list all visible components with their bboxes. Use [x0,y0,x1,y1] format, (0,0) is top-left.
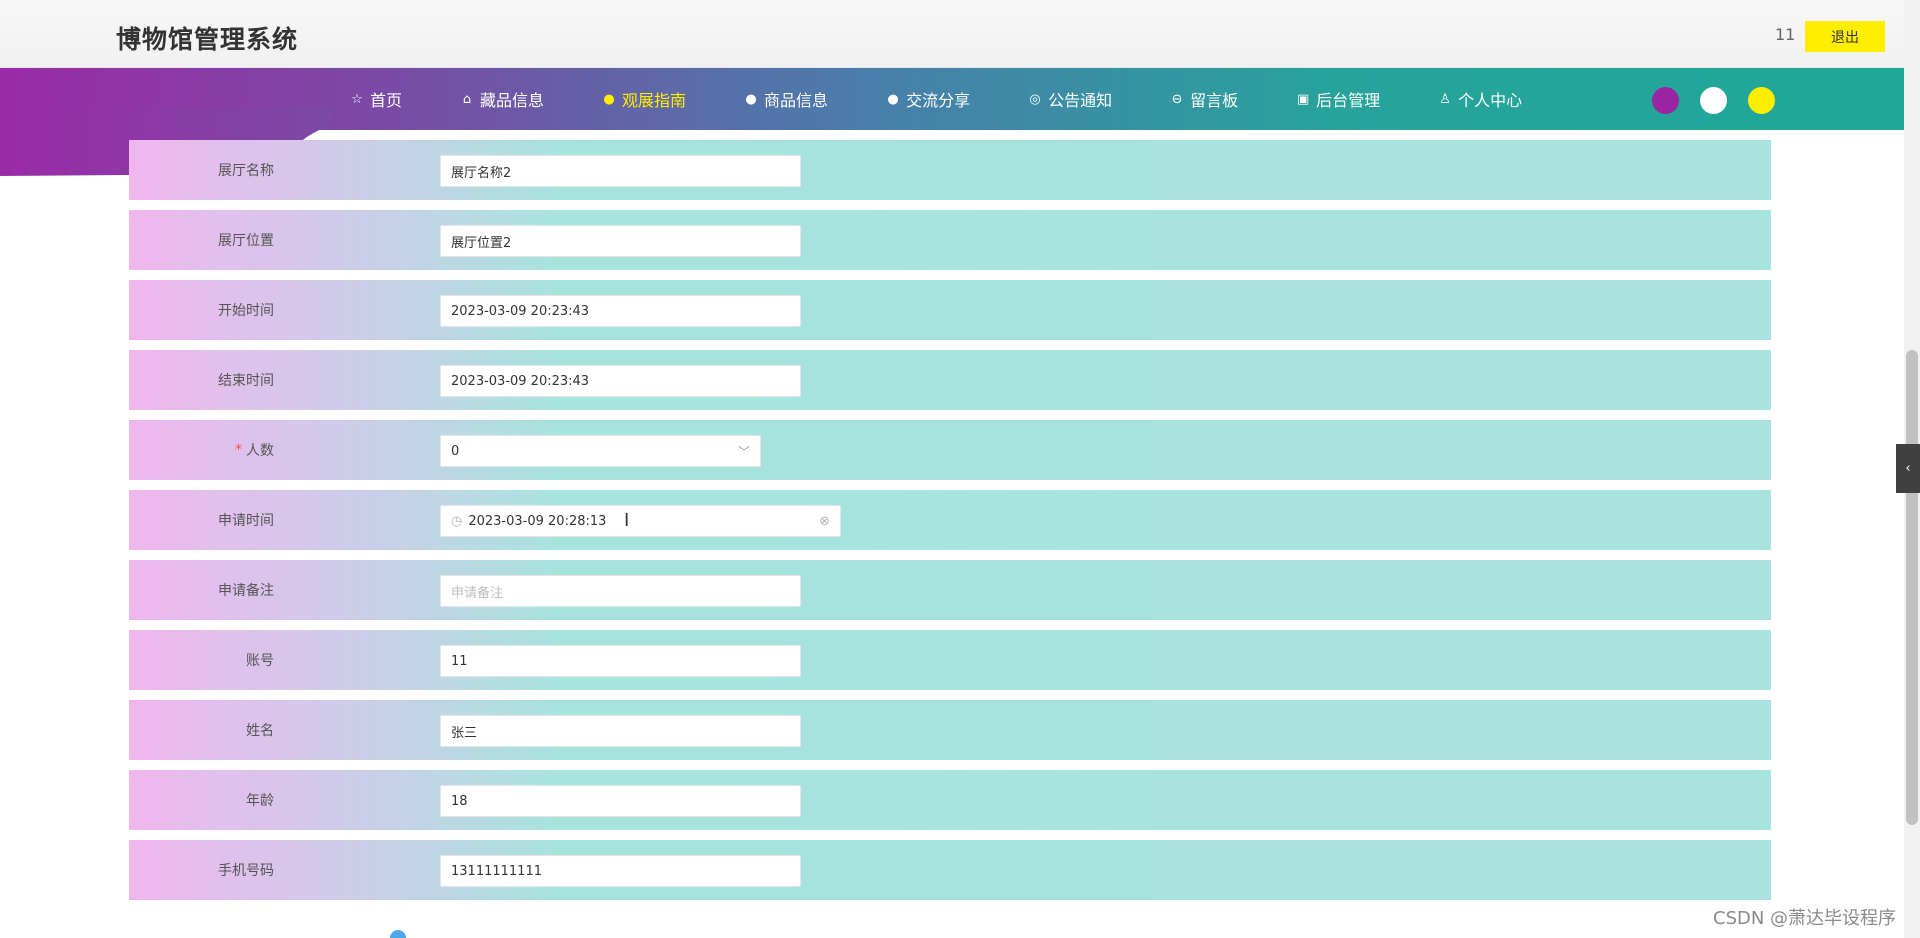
form-row-phone: 手机号码 13111111111 [129,840,1771,900]
booking-form: 展厅名称 展厅名称2 展厅位置 展厅位置2 开始时间 2023-03-09 20… [129,140,1771,910]
phone-field[interactable]: 13111111111 [440,855,801,887]
scrollbar-thumb[interactable] [1906,350,1918,825]
apply-note-input[interactable]: 申请备注 [440,575,801,607]
name-label: 姓名 [246,723,274,739]
start-time-label: 开始时间 [218,303,274,319]
apply-time-value: 2023-03-09 20:28:13 [468,513,607,529]
form-row-name: 姓名 张三 [129,700,1771,760]
bag-icon: ⌂ [462,91,472,107]
nav-item-visit-guide[interactable]: ● 观展指南 [602,87,686,111]
form-row-start-time: 开始时间 2023-03-09 20:23:43 [129,280,1771,340]
form-row-apply-note: 申请备注 申请备注 [129,560,1771,620]
form-row-age: 年龄 18 [129,770,1771,830]
nav-item-announcements[interactable]: ◎ 公告通知 [1028,87,1112,111]
minus-circle-icon: ⊖ [1171,91,1183,107]
nav-item-label: 个人中心 [1458,91,1523,110]
clear-circle-icon[interactable]: ⊗ [819,514,830,529]
star-icon: ☆ [351,91,363,107]
nav-item-label: 首页 [370,91,403,110]
hall-name-label: 展厅名称 [218,163,274,179]
form-row-people-count: * 人数 0 ﹀ [129,420,1771,480]
age-field[interactable]: 18 [440,785,801,817]
phone-label: 手机号码 [218,863,274,879]
nav-item-home[interactable]: ☆ 首页 [350,87,402,111]
end-time-field[interactable]: 2023-03-09 20:23:43 [440,365,801,397]
nav-item-products[interactable]: ● 商品信息 [744,87,828,111]
top-header: 博物馆管理系统 11 退出 [0,0,1904,68]
age-label: 年龄 [246,793,274,809]
user-icon: ♙ [1439,91,1451,107]
people-count-value: 0 [451,443,460,459]
partial-icon [390,930,406,938]
apply-time-label: 申请时间 [218,513,274,529]
nav-item-label: 留言板 [1190,91,1239,110]
watermark: CSDN @萧达毕设程序 [1713,908,1897,929]
current-user-name: 11 [1775,25,1796,44]
name-field[interactable]: 张三 [440,715,801,747]
form-row-account: 账号 11 [129,630,1771,690]
account-label: 账号 [246,653,274,669]
logout-button[interactable]: 退出 [1805,21,1885,52]
hall-name-field[interactable]: 展厅名称2 [440,155,801,187]
nav-item-label: 观展指南 [622,91,687,110]
people-count-label: * 人数 [129,420,274,480]
nav-menu: ☆ 首页 ⌂ 藏品信息 ● 观展指南 ● 商品信息 ● 交流分享 ◎ 公告通知 … [350,68,1522,130]
nav-item-message-board[interactable]: ⊖ 留言板 [1170,87,1238,111]
apply-time-picker[interactable]: ◷ 2023-03-09 20:28:13 ⊗ [440,505,841,537]
help-circle-icon: ● [745,91,757,107]
at-icon: ◎ [1029,91,1041,107]
chevron-down-icon: ﹀ [737,444,750,459]
hall-location-field[interactable]: 展厅位置2 [440,225,801,257]
nav-item-label: 交流分享 [906,91,971,110]
nav-item-label: 后台管理 [1316,91,1381,110]
hall-location-label: 展厅位置 [218,233,274,249]
start-time-field[interactable]: 2023-03-09 20:23:43 [440,295,801,327]
theme-dot-white[interactable] [1700,87,1727,114]
apply-time-display: ◷ 2023-03-09 20:28:13 [451,514,606,529]
account-field[interactable]: 11 [440,645,801,677]
nav-item-label: 藏品信息 [480,91,545,110]
info-circle-icon: ● [603,91,615,107]
people-count-label-text: 人数 [246,443,274,459]
info-circle-icon: ● [887,91,899,107]
nav-item-collections[interactable]: ⌂ 藏品信息 [460,87,544,111]
people-count-select[interactable]: 0 ﹀ [440,435,761,467]
end-time-label: 结束时间 [218,373,274,389]
theme-dot-yellow[interactable] [1748,87,1775,114]
form-row-hall-name: 展厅名称 展厅名称2 [129,140,1771,200]
form-row-hall-location: 展厅位置 展厅位置2 [129,210,1771,270]
side-panel-toggle[interactable]: ‹ [1896,444,1920,493]
theme-dot-purple[interactable] [1652,87,1679,114]
chevron-left-icon: ‹ [1905,461,1911,476]
clock-icon: ◷ [451,513,463,529]
form-row-end-time: 结束时间 2023-03-09 20:23:43 [129,350,1771,410]
site-title: 博物馆管理系统 [116,25,299,54]
nav-item-label: 商品信息 [764,91,829,110]
calendar-icon: ▣ [1296,91,1310,107]
nav-item-profile[interactable]: ♙ 个人中心 [1438,87,1522,111]
form-row-apply-time: 申请时间 ◷ 2023-03-09 20:28:13 ⊗ [129,490,1771,550]
text-cursor-icon: I [624,510,630,531]
required-mark: * [235,442,242,458]
apply-note-label: 申请备注 [218,583,274,599]
nav-item-admin[interactable]: ▣ 后台管理 [1296,87,1380,111]
nav-item-label: 公告通知 [1048,91,1113,110]
theme-switcher [1652,87,1775,114]
nav-item-share[interactable]: ● 交流分享 [886,87,970,111]
